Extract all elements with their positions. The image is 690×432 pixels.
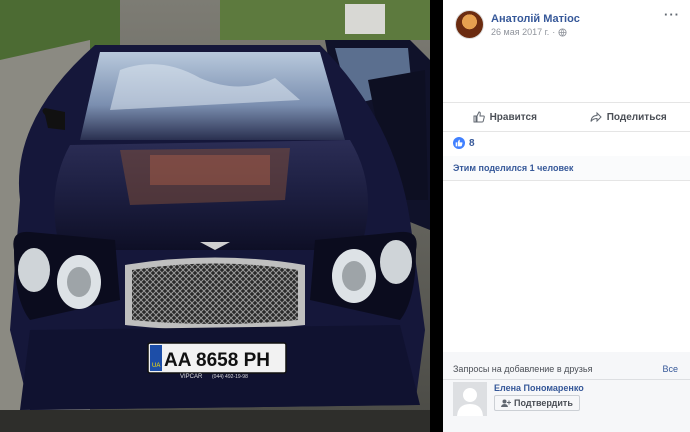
author-name[interactable]: Анатолій Матіос [491, 12, 580, 26]
plate-country-text: UA [152, 363, 160, 369]
post-photo[interactable]: UA AA 8658 PH VIPCAR (044) 492-19-98 [0, 0, 430, 432]
dealer-text: VIPCAR [180, 374, 203, 380]
like-reaction-icon [453, 137, 465, 149]
reactions-count: 8 [469, 137, 475, 149]
see-all-link[interactable]: Все [662, 364, 678, 374]
friend-requests-panel: Запросы на добавление в друзья Все Елена… [443, 352, 690, 432]
post-date[interactable]: 26 мая 2017 г. [491, 26, 549, 38]
default-person-icon [457, 388, 483, 416]
car-photo-image: UA AA 8658 PH VIPCAR (044) 492-19-98 [0, 0, 430, 432]
friend-avatar[interactable] [453, 382, 487, 416]
dealer-phone-text: (044) 492-19-98 [212, 374, 248, 380]
shares-row: Этим поделился 1 человек [443, 156, 690, 181]
like-label: Нравится [489, 111, 537, 123]
like-button[interactable]: Нравится [443, 103, 567, 131]
separator-dot: · [552, 27, 556, 37]
plate-number-text: AA 8658 PH [164, 350, 270, 371]
friend-request-name[interactable]: Елена Пономаренко [494, 383, 584, 393]
globe-icon[interactable] [558, 27, 567, 37]
post-actions: Нравится Поделиться [443, 102, 690, 132]
more-options-icon[interactable]: ··· [664, 8, 680, 21]
shares-count-link[interactable]: Этим поделился 1 человек [453, 163, 573, 173]
post-author: Анатолій Матіос 26 мая 2017 г. · [455, 10, 580, 39]
friend-requests-heading: Запросы на добавление в друзья [453, 364, 593, 374]
confirm-friend-button[interactable]: Подтвердить [494, 395, 580, 411]
share-label: Поделиться [606, 111, 667, 123]
share-arrow-icon [590, 111, 602, 123]
confirm-label: Подтвердить [514, 398, 573, 408]
post-side-panel: Анатолій Матіос 26 мая 2017 г. · ··· Нра… [443, 0, 690, 432]
add-friend-icon [501, 399, 511, 407]
share-button[interactable]: Поделиться [567, 103, 690, 131]
author-avatar[interactable] [455, 10, 484, 39]
reactions-summary[interactable]: 8 [453, 137, 475, 149]
post-meta: 26 мая 2017 г. · [491, 26, 580, 38]
thumbs-up-icon [473, 111, 485, 123]
divider [443, 379, 690, 380]
